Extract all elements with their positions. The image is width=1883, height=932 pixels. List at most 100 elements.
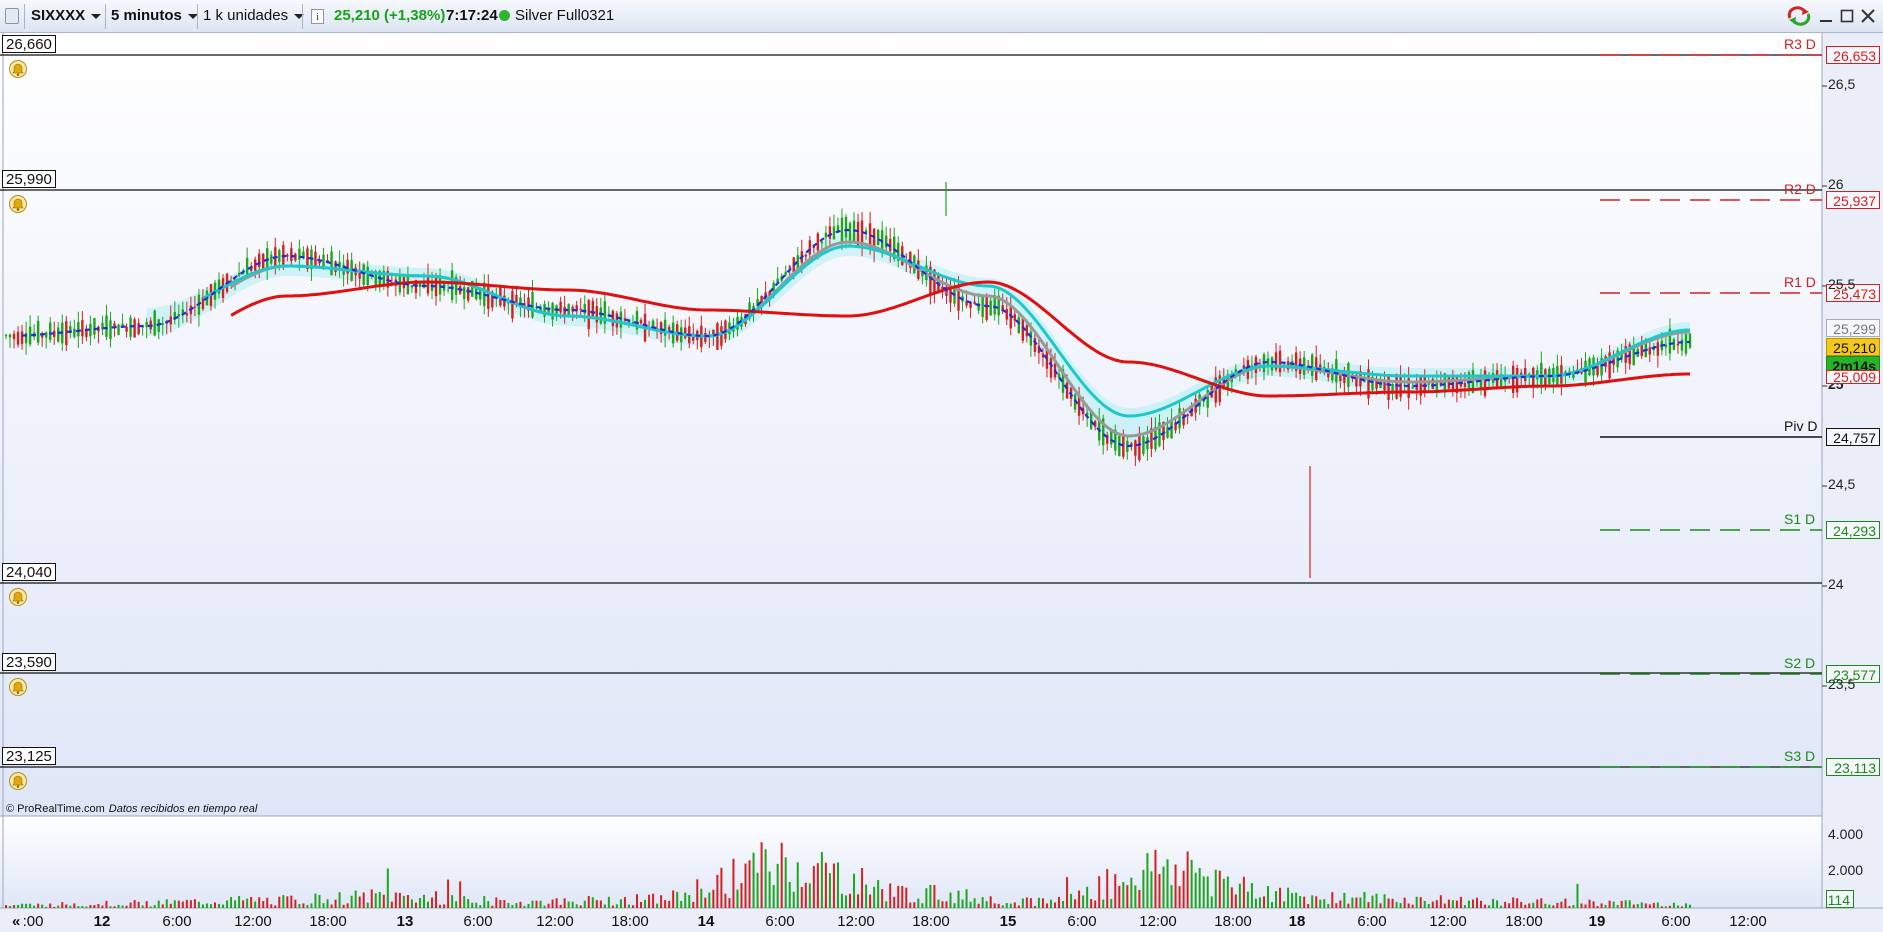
candle-body: [1387, 374, 1390, 401]
volume-bar: [209, 904, 212, 908]
volume-bar: [1435, 900, 1438, 908]
volume-bar: [836, 862, 839, 908]
volume-bar: [230, 897, 233, 908]
volume-bar: [1291, 893, 1294, 908]
volume-bar: [185, 899, 188, 908]
volume-bar: [1488, 905, 1491, 908]
candle-body: [1483, 370, 1487, 397]
price-chart[interactable]: [0, 0, 1883, 932]
volume-bar: [712, 889, 715, 908]
volume-background: [0, 816, 1822, 908]
volume-bar: [298, 903, 301, 908]
candle-body: [1258, 363, 1262, 365]
volume-bar: [893, 896, 896, 908]
candle-body: [848, 223, 852, 241]
volume-bar: [105, 900, 108, 908]
volume-bar: [491, 905, 494, 908]
bell-icon[interactable]: [9, 677, 27, 700]
volume-bar: [1001, 905, 1004, 908]
time-axis-label: 6:00: [1357, 913, 1387, 930]
volume-bar: [1299, 896, 1302, 908]
candle-body: [840, 217, 844, 243]
time-axis-label: 12:00: [837, 913, 875, 930]
volume-bar: [1142, 869, 1145, 908]
volume-bar: [89, 905, 92, 908]
time-axis-label: 12:00: [234, 913, 272, 930]
volume-bar: [49, 903, 52, 908]
volume-bar: [873, 886, 876, 908]
volume-bar: [1656, 902, 1659, 908]
volume-bar: [720, 867, 723, 908]
volume-bar: [989, 896, 992, 908]
time-axis-label: 6:00: [1661, 913, 1691, 930]
volume-bar: [1029, 898, 1032, 908]
volume-bar: [507, 902, 510, 908]
volume-bar: [1041, 898, 1044, 908]
candle-body: [663, 319, 667, 336]
candle-body: [832, 226, 836, 240]
candle-body: [237, 272, 241, 276]
candle-body: [12, 333, 16, 340]
volume-bar: [81, 906, 84, 908]
volume-bar: [1652, 902, 1655, 908]
volume-bar: [1266, 886, 1269, 908]
time-axis-label: 15: [999, 913, 1017, 930]
volume-bar: [1190, 859, 1193, 908]
volume-bar: [1279, 887, 1282, 908]
volume-bar: [1202, 876, 1205, 908]
volume-bar: [1025, 897, 1028, 908]
time-axis-label: 12:00: [1139, 913, 1177, 930]
bell-icon[interactable]: [9, 194, 27, 217]
volume-bar: [5, 905, 7, 908]
volume-bar: [85, 906, 88, 908]
volume-bar: [149, 906, 152, 908]
candle-body: [1049, 357, 1053, 378]
volume-bar: [318, 895, 321, 908]
bell-icon[interactable]: [9, 587, 27, 610]
volume-bar: [145, 901, 148, 908]
scroll-left-button[interactable]: «: [12, 913, 20, 930]
volume-bar: [1070, 893, 1073, 908]
time-axis-label: 12:00: [1429, 913, 1467, 930]
candle-body: [450, 270, 454, 300]
volume-bar: [254, 901, 257, 908]
candle-body: [1427, 383, 1430, 385]
volume-bar: [631, 905, 634, 908]
candle-body: [177, 313, 181, 317]
volume-bar: [1500, 905, 1503, 908]
volume-bar: [599, 900, 602, 908]
candle-body: [20, 331, 24, 344]
volume-bar: [1620, 900, 1623, 908]
candle-body: [816, 233, 820, 251]
bell-icon[interactable]: [9, 59, 27, 82]
volume-bar: [354, 890, 357, 908]
volume-bar: [25, 903, 28, 908]
bell-icon[interactable]: [9, 771, 27, 794]
volume-bar: [1210, 896, 1213, 908]
volume-bar: [1564, 898, 1567, 908]
candle-body: [77, 322, 80, 337]
volume-bar: [97, 903, 100, 908]
candle-body: [876, 229, 880, 246]
volume-bar: [1451, 900, 1454, 908]
candle-body: [418, 283, 422, 288]
candle-body: [591, 300, 594, 318]
last-price-tag: 25,210: [1826, 338, 1880, 356]
candle-body: [193, 306, 197, 308]
volume-bar: [1508, 903, 1511, 908]
volume-bar: [1347, 903, 1350, 908]
volume-bar: [1315, 896, 1318, 908]
volume-bar: [258, 897, 261, 908]
volume-bar: [1311, 895, 1314, 908]
volume-bar: [73, 903, 76, 908]
volume-bar: [314, 893, 317, 908]
volume-bar: [997, 903, 1000, 908]
volume-bar: [969, 901, 972, 908]
volume-bar: [1395, 901, 1398, 908]
time-axis-label: 18:00: [1505, 913, 1543, 930]
alert-level-label: 23,125: [2, 747, 56, 765]
volume-bar: [961, 899, 964, 908]
volume-bar: [1447, 899, 1450, 908]
volume-bar: [1086, 886, 1089, 908]
volume-bar: [1572, 904, 1575, 908]
